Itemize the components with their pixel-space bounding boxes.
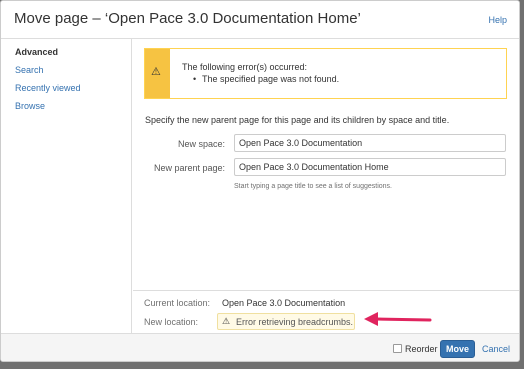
help-link[interactable]: Help [488,15,507,25]
location-panel: Current location: Open Pace 3.0 Document… [133,290,519,333]
dialog-main: ⚠ The following error(s) occurred: The s… [133,39,519,333]
error-heading: The following error(s) occurred: [182,62,308,72]
new-space-label: New space: [177,139,225,149]
parent-page-hint: Start typing a page title to see a list … [234,183,392,190]
warning-icon: ⚠ [222,316,231,326]
current-location-value: Open Pace 3.0 Documentation [222,298,346,308]
reorder-checkbox[interactable] [393,344,402,353]
move-page-dialog: Move page – ‘Open Pace 3.0 Documentation… [0,0,520,362]
breadcrumb-error-text: Error retrieving breadcrumbs. [236,317,354,327]
cancel-link[interactable]: Cancel [482,344,510,354]
breadcrumb-error: ⚠ Error retrieving breadcrumbs. [217,313,355,330]
dialog-sidebar: Advanced Search Recently viewed Browse [1,39,132,333]
new-space-input[interactable] [234,134,506,152]
form-intro: Specify the new parent page for this pag… [145,115,450,125]
sidebar-item-search[interactable]: Search [15,65,44,75]
new-location-label: New location: [144,317,199,327]
dialog-header: Move page – ‘Open Pace 3.0 Documentation… [1,1,519,39]
annotation-arrow-icon [364,312,432,326]
new-parent-page-label: New parent page: [153,163,225,173]
dialog-footer: Reorder Move Cancel [1,333,519,361]
current-location-label: Current location: [144,298,211,308]
move-button[interactable]: Move [440,340,475,358]
sidebar-item-recently-viewed[interactable]: Recently viewed [15,83,81,93]
dialog-title: Move page – ‘Open Pace 3.0 Documentation… [14,10,361,27]
sidebar-item-browse[interactable]: Browse [15,101,45,111]
error-side-bar: ⚠ [145,49,170,98]
error-message-box: ⚠ The following error(s) occurred: The s… [144,48,507,99]
new-parent-page-input[interactable] [234,158,506,176]
reorder-label: Reorder [405,344,438,354]
sidebar-item-advanced[interactable]: Advanced [15,47,58,57]
error-item: The specified page was not found. [193,74,339,84]
warning-icon: ⚠ [151,66,161,78]
